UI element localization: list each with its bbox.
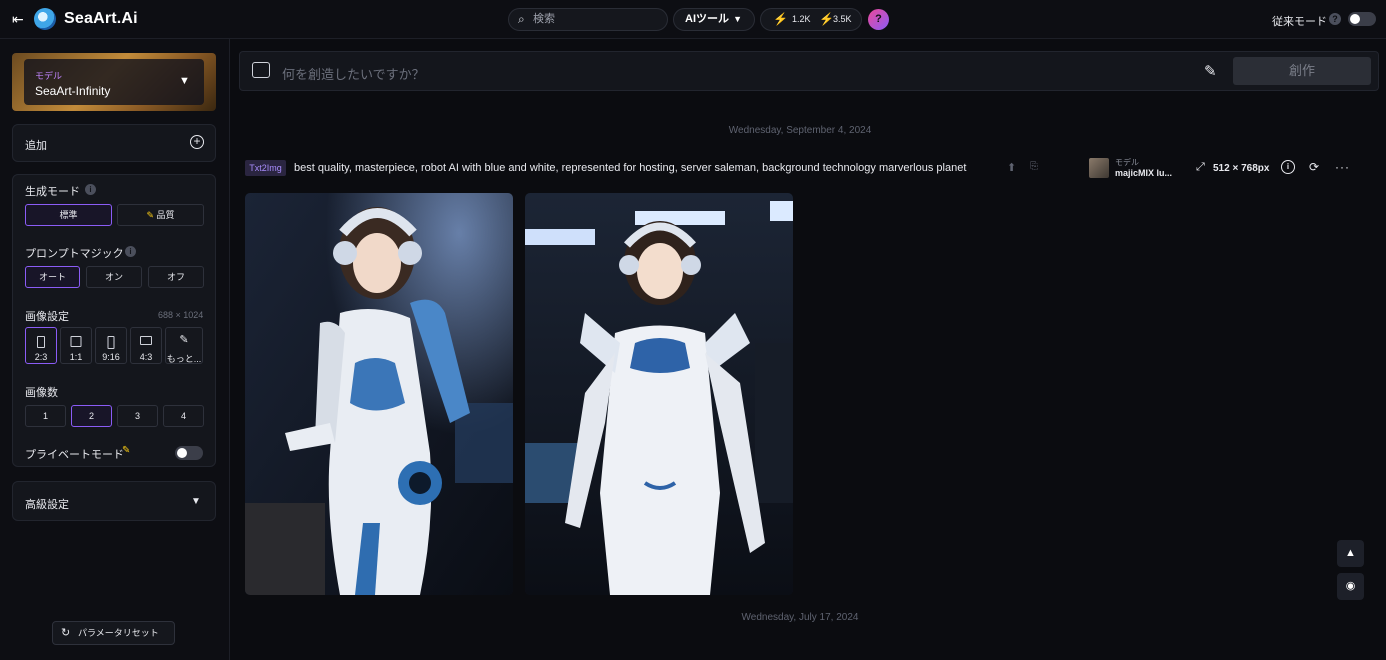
prompt-bar: 何を創造したいですか？ ✎ 創作 [239,51,1379,91]
model-thumbnail[interactable] [1089,158,1109,178]
ratio-1-1-button[interactable]: 1:1 [60,327,92,364]
model-selector[interactable]: モデル SeaArt-Infinity ▼ [12,53,216,111]
expand-icon: ⤢ [1196,161,1205,173]
image-size: 512 × 768px [1213,163,1270,174]
image-settings-title: 画像設定 [25,311,69,323]
power-icon: ⚡ [773,12,788,26]
settings-sidebar: モデル SeaArt-Infinity ▼ 追加 + 生成モード i 標準 ✎ … [0,39,230,660]
chevron-down-icon: ▼ [179,75,190,87]
info-icon[interactable]: i [125,246,136,257]
legacy-help-icon[interactable]: ? [1329,13,1341,25]
add-label: 追加 [25,140,47,152]
private-mode-toggle[interactable] [175,446,203,460]
collapse-sidebar-icon[interactable]: ⇤ [12,11,28,27]
chevron-down-icon: ▼ [191,496,201,507]
add-panel[interactable]: 追加 + [12,124,216,162]
legacy-mode-toggle[interactable] [1348,12,1376,26]
ratio-label: 4:3 [139,352,153,362]
date-header: Wednesday, July 17, 2024 [741,612,859,623]
gen-mode-standard-button[interactable]: 標準 [25,204,112,226]
image-dimensions: 688 × 1024 [158,310,204,320]
plus-circle-icon[interactable]: + [190,135,204,149]
advanced-settings-panel[interactable]: 高級設定 ▼ [12,481,216,521]
search-icon: ⌕ [518,12,525,26]
square-ratio-icon [70,336,82,347]
search-placeholder: 検索 [533,13,555,25]
ratio-more-button[interactable]: ✎ もっと... [165,327,203,364]
brand-name[interactable]: SeaArt.Ai [64,10,138,28]
model-name: SeaArt-Infinity [35,84,111,98]
date-header: Wednesday, September 4, 2024 [728,125,872,136]
reset-icon: ↻ [61,627,71,639]
generated-image[interactable] [245,193,513,595]
chevron-down-icon: ▼ [733,14,742,24]
eye-icon[interactable]: ◉ [1337,573,1364,600]
magic-wand-icon[interactable]: ✎ [1204,62,1217,80]
search-input[interactable]: ⌕ 検索 [508,8,668,31]
ratio-4-3-button[interactable]: 4:3 [130,327,162,364]
image-count-1-button[interactable]: 1 [25,405,66,427]
energy-icon: ⚡ [819,12,834,26]
model-label: モデル [1115,158,1139,167]
image-upload-icon[interactable] [252,62,270,78]
more-options-icon[interactable]: ··· [1335,160,1349,174]
scroll-to-top-button[interactable]: ▲ [1337,540,1364,567]
top-bar: ⇤ SeaArt.Ai ⌕ 検索 AIツール ▼ ⚡ 1.2K ⚡ 3.5K ?… [0,0,1386,39]
prompt-magic-on-button[interactable]: オン [86,266,142,288]
legacy-mode-label: 従来モード [1272,16,1327,28]
generation-settings-panel: 生成モード i 標準 ✎ 品質 プロンプトマジック i オート オン オフ 画像… [12,174,216,467]
info-icon[interactable]: i [1281,160,1295,174]
premium-icon: ✎ [122,445,131,456]
image-count-title: 画像数 [25,387,58,399]
ratio-9-16-button[interactable]: 9:16 [95,327,127,364]
tall-ratio-icon [107,336,115,349]
generation-prompt[interactable]: best quality, masterpiece, robot AI with… [294,162,966,174]
seaart-logo[interactable] [34,8,56,30]
ratio-label: 9:16 [102,352,120,362]
prompt-magic-auto-button[interactable]: オート [25,266,80,288]
credits-indicator[interactable]: ⚡ 1.2K ⚡ 3.5K [760,8,862,31]
translate-icon[interactable]: ⎘ [1030,161,1038,172]
reset-label: パラメータリセット [78,628,159,638]
private-mode-label: プライベートモード [25,449,124,461]
ratio-2-3-button[interactable]: 2:3 [25,327,57,364]
reset-parameters-button[interactable]: ↻ パラメータリセット [52,621,175,645]
portrait-ratio-icon [37,336,45,348]
gen-mode-quality-button[interactable]: ✎ 品質 [117,204,204,226]
image-count-3-button[interactable]: 3 [117,405,158,427]
model-label: モデル [35,71,63,81]
power-count: 1.2K [792,14,811,24]
ratio-label: 1:1 [69,352,83,362]
model-selector-overlay [24,59,204,105]
image-count-4-button[interactable]: 4 [163,405,204,427]
ratio-label: もっと... [166,354,202,364]
info-icon[interactable]: i [85,184,96,195]
advanced-settings-label: 高級設定 [25,499,69,511]
edit-icon: ✎ [179,334,189,346]
ai-tools-label: AIツール [685,13,729,25]
regenerate-icon[interactable]: ⟳ [1307,160,1321,174]
generated-image[interactable] [525,193,793,595]
txt2img-tag: Txt2Img [245,160,286,176]
prompt-input[interactable]: 何を創造したいですか？ [282,64,425,83]
landscape-ratio-icon [140,336,152,345]
help-button[interactable]: ? [868,9,889,30]
gen-mode-title: 生成モード [25,186,80,198]
ratio-label: 2:3 [34,352,48,362]
gen-mode-quality-label: 品質 [156,210,175,220]
model-name[interactable]: majicMIX lu... [1115,168,1172,178]
ai-tools-dropdown[interactable]: AIツール ▼ [673,8,755,31]
energy-count: 3.5K [833,14,852,24]
image-count-2-button[interactable]: 2 [71,405,112,427]
prompt-magic-off-button[interactable]: オフ [148,266,204,288]
create-button[interactable]: 創作 [1233,57,1371,85]
quality-icon: ✎ [146,210,154,220]
prompt-magic-title: プロンプトマジック [25,248,124,260]
pin-icon[interactable]: ⬆ [1007,161,1016,174]
